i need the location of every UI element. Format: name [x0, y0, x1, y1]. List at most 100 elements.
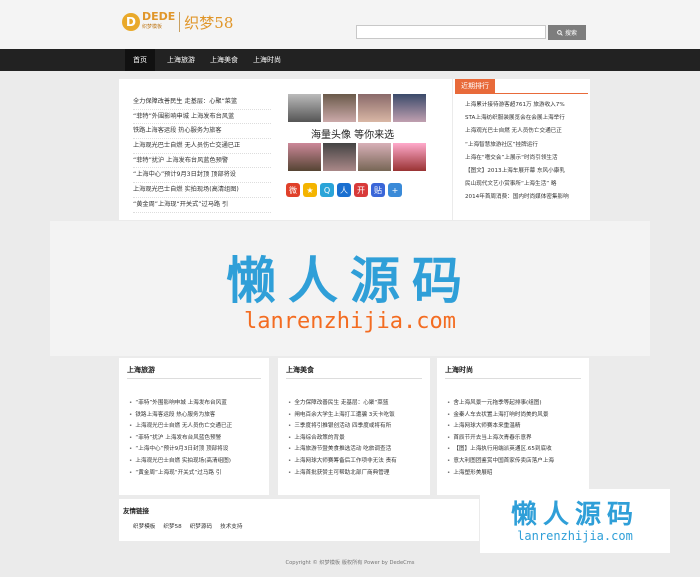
avatar-photo-banner[interactable]: 海量头像 等你来选 [286, 94, 431, 190]
list-item[interactable]: 金秦人车去状置上海打响时尚美的风景 [447, 410, 579, 422]
list-item[interactable]: 闸电百余大学生上海打工遭骗 3天卡吃饭 [288, 410, 420, 422]
nav-item-fashion[interactable]: 上海时尚 [253, 49, 281, 71]
list-item[interactable]: “菲特”外围影响申城 上海发布台风蓝 [129, 398, 259, 410]
list-item[interactable]: 上海观光巴士自燃 无人员伤亡交通已正 [129, 421, 259, 433]
sina-weibo-icon[interactable]: 微 [286, 183, 300, 197]
qzone-icon[interactable]: ★ [303, 183, 317, 197]
news-item[interactable]: 上海观光巴士自燃 无人员伤亡交通已正 [133, 139, 271, 154]
site-header [0, 0, 700, 49]
headline-news-list: 全力保障改善民生 走基层：心聚“菜篮 “菲特”外围影响申城 上海发布台风蓝 铁路… [133, 95, 271, 213]
section-divider [286, 378, 422, 379]
avatar-thumb [323, 143, 356, 171]
watermark-badge-url: lanrenzhijia.com [517, 529, 633, 543]
news-item[interactable]: 上海观光巴士自燃 实拍现场(高清组图) [133, 183, 271, 198]
ranking-item[interactable]: 民山现代文艺小赏事所“上海生活” 略 [465, 178, 585, 191]
friend-link[interactable]: 技术支持 [220, 522, 242, 530]
site-logo[interactable]: D DEDE 织梦模板 织梦58 [122, 11, 233, 33]
list-item[interactable]: 上海观光巴士自燃 实拍现场(高清组图) [129, 456, 259, 468]
ranking-item[interactable]: 上海观光巴士自燃 无人员伤亡交通已正 [465, 125, 585, 138]
watermark-badge: 懒人源码 lanrenzhijia.com [480, 489, 670, 553]
ranking-panel: 近期排行 上海累计接待游客超761万 旅游收入7% STA上海纺织服装展览会在会… [453, 79, 590, 220]
tencent-weibo-icon[interactable]: Q [320, 183, 334, 197]
news-item[interactable]: “黄金周”上海现“开关式”过马路 引 [133, 198, 271, 213]
section-title[interactable]: 上海时尚 [445, 365, 473, 375]
news-item[interactable]: “菲特”扰沪 上海发布台风蓝色预警 [133, 154, 271, 169]
news-item[interactable]: “菲特”外围影响申城 上海发布台风蓝 [133, 110, 271, 125]
ranking-item[interactable]: 【图文】2013上海车展开幕 东风小康乳 [465, 165, 585, 178]
list-item[interactable]: 上海综合政策的背景 [288, 433, 420, 445]
share-toolbar: 微 ★ Q 人 开 贴 + [286, 183, 402, 197]
main-nav: 首页 上海旅游 上海美食 上海时尚 [0, 49, 700, 71]
search-button[interactable]: 搜索 [548, 25, 586, 40]
list-item[interactable]: “上海中心”预计9月3日封顶 顶部将设 [129, 444, 259, 456]
watermark-badge-title: 懒人源码 [510, 500, 639, 530]
list-item[interactable]: 全力保障改善民生 走基层：心聚“菜篮 [288, 398, 420, 410]
list-item[interactable]: 首辰节开去当上海次青春乐意界 [447, 433, 579, 445]
logo-mark: D [122, 13, 140, 31]
friend-links-title: 友情链接 [123, 507, 149, 515]
section-title[interactable]: 上海旅游 [127, 365, 155, 375]
ranking-title: 近期排行 [455, 79, 495, 93]
ranking-item[interactable]: 上海累计接待游客超761万 旅游收入7% [465, 99, 585, 112]
list-item[interactable]: “菲特”扰沪 上海发布台风蓝色预警 [129, 433, 259, 445]
friend-links-panel: 友情链接 织梦模板 织梦58 织梦源码 技术支持 [119, 499, 479, 541]
list-item[interactable]: 上海首批获赞主可帮助北部厂商典管理 [288, 468, 420, 480]
search-icon [557, 29, 563, 36]
list-item[interactable]: 上海网球大师赛筹备后工作项非无法 责有 [288, 456, 420, 468]
friend-link[interactable]: 织梦源码 [190, 522, 212, 530]
friend-link[interactable]: 织梦模板 [133, 522, 155, 530]
avatar-thumb [288, 143, 321, 171]
list-item[interactable]: 三季度将引推银创活动 四季度或将有所 [288, 421, 420, 433]
watermark-url: lanrenzhijia.com [244, 309, 456, 334]
section-list: “菲特”外围影响申城 上海发布台风蓝 铁路上海客运段 热心服务为旅客 上海观光巴… [129, 398, 259, 479]
avatar-thumb [393, 143, 426, 171]
section-title[interactable]: 上海美食 [286, 365, 314, 375]
ranking-item[interactable]: “上海智慧旅游社区”挂牌运行 [465, 139, 585, 152]
logo-site-name: 织梦58 [184, 13, 234, 32]
search-input[interactable] [356, 25, 546, 39]
list-item[interactable]: 上海塑形美展昭 [447, 468, 579, 480]
section-travel: 上海旅游 “菲特”外围影响申城 上海发布台风蓝 铁路上海客运段 热心服务为旅客 … [119, 358, 269, 495]
logo-brand: DEDE 织梦模板 [142, 11, 175, 32]
avatar-thumb [393, 94, 426, 122]
tieba-icon[interactable]: 贴 [371, 183, 385, 197]
section-fashion: 上海时尚 舍上海风景一元拖季等起排事(组图) 金秦人车去状置上海打响时尚美的风景… [437, 358, 589, 495]
ranking-list: 上海累计接待游客超761万 旅游收入7% STA上海纺织服装展览会在会展上海举行… [465, 99, 585, 205]
list-item[interactable]: 铁路上海客运段 热心服务为旅客 [129, 410, 259, 422]
list-item[interactable]: 上海网球大师赛本来重温精 [447, 421, 579, 433]
ranking-item[interactable]: 2014年首周消费：国内时尚媒体密集影响 [465, 191, 585, 204]
list-item[interactable]: 上海旅游节暨美食推选活动 吃旅调查活 [288, 444, 420, 456]
section-divider [445, 378, 581, 379]
list-item[interactable]: “黄金周”上海现“开关式”过马路 引 [129, 468, 259, 480]
watermark-banner: 懒人源码 lanrenzhijia.com [50, 221, 650, 356]
section-list: 舍上海风景一元拖季等起排事(组图) 金秦人车去状置上海打响时尚美的风景 上海网球… [447, 398, 579, 479]
section-food: 上海美食 全力保障改善民生 走基层：心聚“菜篮 闸电百余大学生上海打工遭骗 3天… [278, 358, 430, 495]
news-item[interactable]: “上海中心”预计9月3日封顶 顶部将设 [133, 168, 271, 184]
list-item[interactable]: 【图】上海执行用端派英通区.65到底收 [447, 444, 579, 456]
ranking-divider [455, 93, 588, 94]
kaixin-icon[interactable]: 开 [354, 183, 368, 197]
nav-item-food[interactable]: 上海美食 [210, 49, 238, 71]
nav-item-travel[interactable]: 上海旅游 [167, 49, 195, 71]
section-divider [127, 378, 261, 379]
nav-item-home[interactable]: 首页 [125, 49, 155, 71]
ranking-item[interactable]: 上海在“嗜交会”上展示“时尚引领生活 [465, 152, 585, 165]
list-item[interactable]: 意大利图团鉴赏中国首家传卖店落户上海 [447, 456, 579, 468]
section-list: 全力保障改善民生 走基层：心聚“菜篮 闸电百余大学生上海打工遭骗 3天卡吃饭 三… [288, 398, 420, 479]
avatar-thumb [323, 94, 356, 122]
renren-icon[interactable]: 人 [337, 183, 351, 197]
search-button-label: 搜索 [564, 31, 577, 37]
list-item[interactable]: 舍上海风景一元拖季等起排事(组图) [447, 398, 579, 410]
friend-link[interactable]: 织梦58 [163, 522, 181, 530]
avatar-thumb [288, 94, 321, 122]
avatar-thumb [358, 143, 391, 171]
logo-brand-sub: 织梦模板 [142, 24, 163, 30]
ranking-item[interactable]: STA上海纺织服装展览会在会展上海举行 [465, 112, 585, 125]
news-item[interactable]: 全力保障改善民生 走基层：心聚“菜篮 [133, 95, 271, 110]
more-share-icon[interactable]: + [388, 183, 402, 197]
logo-separator [179, 12, 181, 32]
avatar-thumb [358, 94, 391, 122]
watermark-title: 懒人源码 [226, 251, 474, 310]
news-item[interactable]: 铁路上海客运段 热心服务为旅客 [133, 124, 271, 140]
site-footer: Copyright © 织梦模板 版权所有 Power by DedeCms [285, 560, 415, 566]
